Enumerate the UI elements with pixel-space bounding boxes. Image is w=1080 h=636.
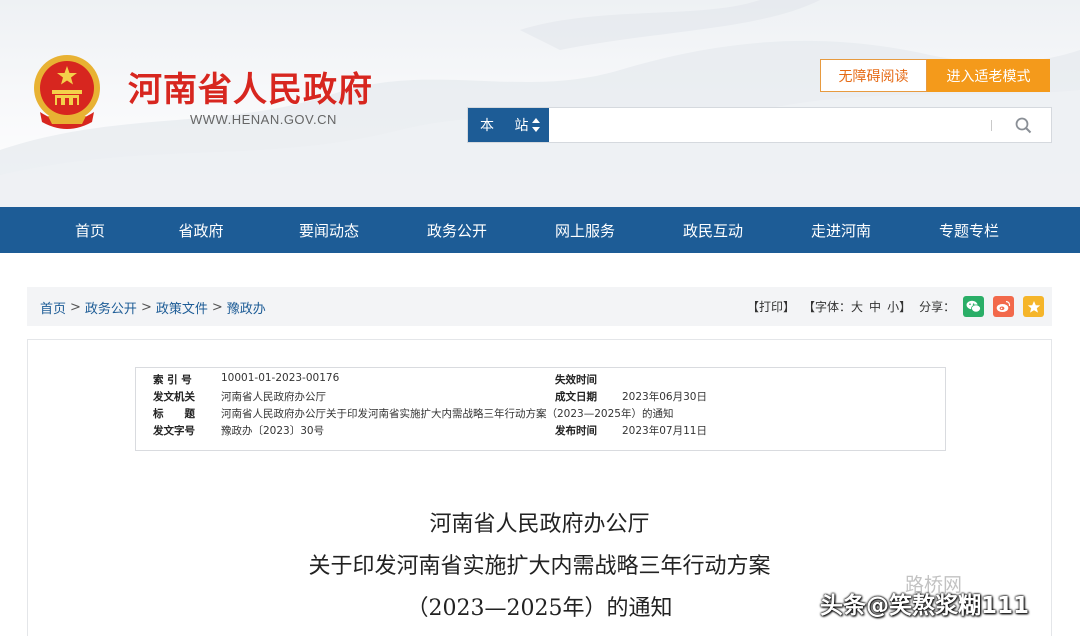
main-nav: 首页 省政府 要闻动态 政务公开 网上服务 政民互动 走进河南 专题专栏: [0, 207, 1080, 253]
search-scope-label: 本 站: [480, 118, 537, 134]
search-bar: 本 站: [467, 107, 1052, 143]
breadcrumb-yuzhengban[interactable]: 豫政办: [227, 298, 266, 317]
font-medium-button[interactable]: 中: [869, 298, 881, 315]
breadcrumb-separator: >: [70, 300, 81, 315]
font-size-label: 【字体：: [803, 300, 852, 314]
font-large-button[interactable]: 大: [851, 298, 863, 315]
wechat-icon[interactable]: [963, 296, 984, 317]
breadcrumb-government-affairs[interactable]: 政务公开: [85, 298, 137, 317]
meta-published-label: 发布时间: [555, 425, 597, 437]
meta-docno-label: 发文字号: [153, 425, 195, 437]
scope-updown-icon: [532, 118, 540, 132]
document-title-line2: 关于印发河南省实施扩大内需战略三年行动方案: [308, 554, 771, 579]
font-size-close: 】: [899, 300, 912, 314]
accessibility-group: 无障碍阅读 进入适老模式: [820, 59, 1050, 92]
nav-item-interaction[interactable]: 政民互动: [649, 207, 777, 253]
breadcrumb: 首页 > 政务公开 > 政策文件 > 豫政办: [40, 298, 266, 317]
share-icons: [963, 296, 1053, 317]
print-button[interactable]: 【打印】: [747, 298, 795, 315]
share-label: 分享：: [919, 300, 956, 314]
nav-item-online-services[interactable]: 网上服务: [521, 207, 649, 253]
meta-docno-value: 豫政办〔2023〕30号: [221, 425, 325, 437]
watermark: 头条@笑熬浆糊111: [820, 593, 1030, 619]
document-meta-table: 索 引 号 10001-01-2023-00176 失效时间 发文机关 河南省人…: [135, 367, 946, 451]
article-tools: 【打印】 【字体： 大 中 小 】 分享：: [747, 298, 955, 315]
search-input[interactable]: [550, 108, 990, 142]
site-header: 河南省人民政府 WWW.HENAN.GOV.CN 无障碍阅读 进入适老模式 本 …: [0, 0, 1080, 207]
font-small-button[interactable]: 小: [887, 298, 899, 315]
breadcrumb-separator: >: [140, 300, 152, 315]
nav-item-provincial-government[interactable]: 省政府: [137, 207, 265, 253]
nav-item-home[interactable]: 首页: [45, 207, 137, 253]
breadcrumb-home[interactable]: 首页: [40, 298, 66, 317]
meta-index-value: 10001-01-2023-00176: [221, 372, 340, 384]
nav-item-government-affairs[interactable]: 政务公开: [393, 207, 521, 253]
breadcrumb-bar: 首页 > 政务公开 > 政策文件 > 豫政办 【打印】 【字体： 大 中 小 】…: [27, 287, 1052, 326]
meta-row: 发文字号 豫政办〔2023〕30号 发布时间 2023年07月11日: [136, 419, 945, 438]
national-emblem-icon: [34, 55, 100, 129]
nav-item-special-topics[interactable]: 专题专栏: [905, 207, 1033, 253]
accessibility-reading-button[interactable]: 无障碍阅读: [820, 59, 927, 92]
weibo-icon[interactable]: [993, 296, 1014, 317]
search-divider: [991, 120, 992, 131]
breadcrumb-policy-documents[interactable]: 政策文件: [156, 298, 208, 317]
search-icon[interactable]: [1015, 117, 1032, 134]
document-title-line1: 河南省人民政府办公厅: [429, 512, 650, 537]
meta-published-value: 2023年07月11日: [622, 425, 707, 437]
site-url: WWW.HENAN.GOV.CN: [190, 112, 337, 127]
breadcrumb-separator: >: [211, 300, 223, 315]
nav-item-news[interactable]: 要闻动态: [265, 207, 393, 253]
favorite-star-icon[interactable]: [1023, 296, 1044, 317]
elder-mode-button[interactable]: 进入适老模式: [927, 59, 1050, 92]
nav-item-about-henan[interactable]: 走进河南: [777, 207, 905, 253]
site-title[interactable]: 河南省人民政府: [128, 62, 373, 111]
